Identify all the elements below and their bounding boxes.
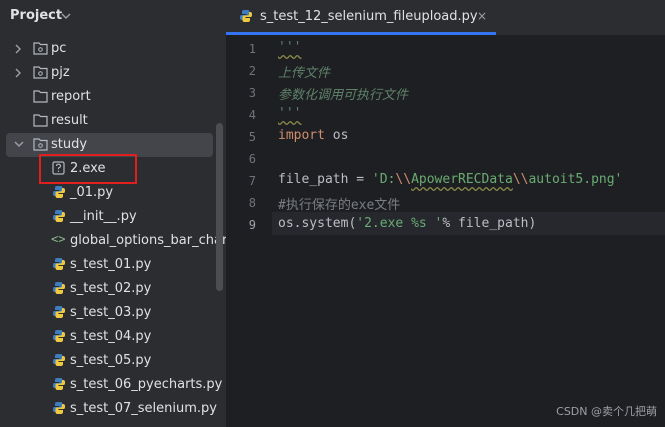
tree-item-label: s_test_04.py — [70, 329, 152, 344]
watermark: CSDN @卖个几把萌 — [556, 405, 657, 418]
html-file-icon: <> — [51, 232, 66, 246]
docstring: ''' — [278, 40, 302, 55]
project-scrollbar[interactable] — [216, 123, 223, 291]
code-line-1: ''' — [278, 40, 301, 55]
code-line-8: #执行保存的exe文件 — [278, 194, 400, 213]
tree-item-label: study — [51, 137, 88, 152]
tree-item-label: s_test_07_selenium.py — [70, 401, 217, 416]
python-file-icon — [53, 354, 65, 366]
line-gutter: 1 2 3 4 5 6 7 8 9 — [226, 36, 272, 427]
assignment: file_path = — [278, 172, 372, 187]
tree-item-s-test-01[interactable]: s_test_01.py — [0, 253, 226, 277]
string: ApowerRECData — [411, 172, 513, 187]
tree-item-global-options-bar-chart[interactable]: <> global_options_bar_chart. — [0, 229, 237, 253]
docstring: 上传文件 — [278, 66, 331, 81]
tree-item-s-test-07[interactable]: s_test_07_selenium.py — [0, 397, 226, 421]
editor-tabbar: s_test_12_selenium_fileupload.py × — [226, 0, 665, 36]
project-panel: Project pc pjz report result study 2.exe… — [0, 0, 237, 427]
tree-item-label: __init__.py — [70, 209, 137, 224]
tree-item-s-test-02[interactable]: s_test_02.py — [0, 277, 226, 301]
python-file-icon — [53, 378, 65, 390]
chevron-down-icon[interactable] — [14, 140, 24, 148]
line-number: 8 — [248, 196, 256, 210]
line-number: 5 — [248, 130, 256, 144]
highlight-box — [39, 154, 137, 184]
identifier: os — [324, 128, 349, 143]
code-line-4: ''' — [278, 106, 301, 121]
comment: #执行保存的exe文件 — [278, 198, 401, 213]
tree-item-label: s_test_06_pyecharts.py — [70, 377, 223, 392]
tree-item-s-test-05[interactable]: s_test_05.py — [0, 349, 226, 373]
tab-label: s_test_12_selenium_fileupload.py — [260, 9, 478, 24]
python-file-icon — [53, 186, 65, 198]
tree-item-label: global_options_bar_chart. — [70, 233, 237, 248]
escape: \\ — [512, 172, 529, 187]
string: autoit5.png' — [528, 172, 623, 187]
project-header[interactable]: Project — [0, 0, 226, 33]
python-file-icon — [53, 306, 65, 318]
docstring: 参数化调用可执行文件 — [278, 88, 409, 103]
folder-icon — [33, 66, 48, 79]
tree-item-label: result — [51, 113, 88, 128]
folder-icon — [33, 138, 48, 151]
tree-item-result[interactable]: result — [0, 109, 226, 133]
tree-item-label: s_test_03.py — [70, 305, 152, 320]
code-line-2: 上传文件 — [278, 62, 330, 81]
tab-active-indicator — [226, 32, 496, 35]
folder-icon — [33, 90, 48, 103]
folder-icon — [33, 114, 48, 127]
tree-item-s-test-03[interactable]: s_test_03.py — [0, 301, 226, 325]
call: os.system( — [278, 216, 357, 231]
line-number: 6 — [248, 152, 256, 166]
string: '2.exe %s ' — [356, 216, 443, 231]
escape: \\ — [395, 172, 412, 187]
tree-item-label: report — [51, 89, 91, 104]
tree-item-label: pc — [51, 41, 67, 56]
tab-s-test-12[interactable]: s_test_12_selenium_fileupload.py × — [226, 0, 496, 35]
close-icon[interactable]: × — [477, 9, 487, 23]
python-file-icon — [53, 282, 65, 294]
tree-item-s-test-06[interactable]: s_test_06_pyecharts.py — [0, 373, 226, 397]
string: 'D: — [371, 172, 396, 187]
code-line-3: 参数化调用可执行文件 — [278, 84, 408, 103]
python-file-icon — [240, 10, 252, 22]
tree-item-01-py[interactable]: _01.py — [0, 181, 226, 205]
line-number: 2 — [248, 64, 256, 78]
code-line-5: import os — [278, 128, 348, 143]
tree-item-s-test-04[interactable]: s_test_04.py — [0, 325, 226, 349]
line-number: 4 — [248, 108, 256, 122]
line-number: 3 — [248, 86, 256, 100]
python-file-icon — [53, 330, 65, 342]
tree-item-label: pjz — [51, 65, 70, 80]
python-file-icon — [53, 402, 65, 414]
line-number: 1 — [248, 42, 256, 56]
chevron-down-icon[interactable] — [61, 12, 71, 20]
tree-item-report[interactable]: report — [0, 85, 226, 109]
folder-icon — [33, 42, 48, 55]
line-number: 7 — [248, 174, 256, 188]
tree-item-init-py[interactable]: __init__.py — [0, 205, 226, 229]
code-line-7: file_path = 'D:\\ApowerRECData\\autoit5.… — [278, 172, 622, 187]
tree-item-pjz[interactable]: pjz — [0, 61, 226, 85]
tree-item-label: s_test_02.py — [70, 281, 152, 296]
tree-item-label: _01.py — [70, 185, 114, 200]
chevron-right-icon[interactable] — [14, 44, 22, 54]
project-title: Project — [10, 8, 63, 23]
tree-item-pc[interactable]: pc — [0, 37, 226, 61]
docstring: ''' — [278, 106, 302, 121]
code-line-9: os.system('2.exe %s '% file_path) — [278, 216, 536, 231]
chevron-right-icon[interactable] — [14, 68, 22, 78]
tree-item-label: s_test_05.py — [70, 353, 152, 368]
keyword: import — [278, 128, 325, 143]
tree-item-label: s_test_01.py — [70, 257, 152, 272]
line-number: 9 — [248, 218, 256, 232]
python-file-icon — [53, 210, 65, 222]
expression: % file_path) — [442, 216, 537, 231]
python-file-icon — [53, 258, 65, 270]
